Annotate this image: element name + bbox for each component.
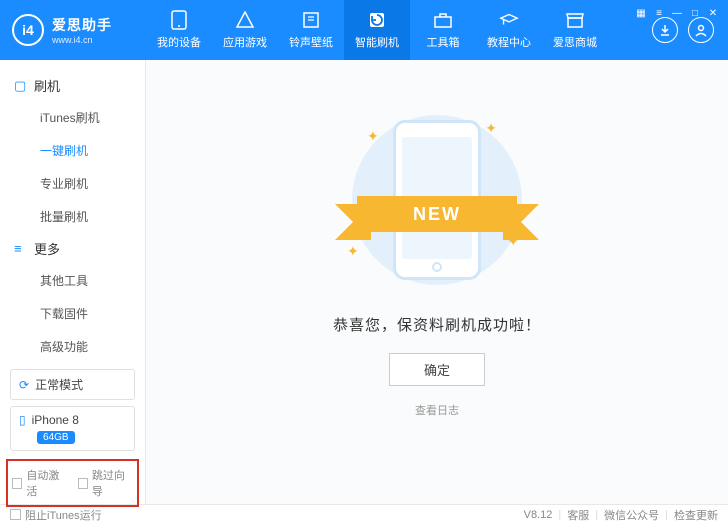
sidebar: ▢刷机 iTunes刷机 一键刷机 专业刷机 批量刷机 ≡更多 其他工具 下载固…	[0, 60, 146, 504]
brand-name: 爱思助手	[52, 15, 112, 35]
close-icon[interactable]: ✕	[706, 6, 720, 20]
mode-status[interactable]: ⟳正常模式	[10, 369, 135, 400]
nav-apps[interactable]: 应用游戏	[212, 0, 278, 60]
nav-flash[interactable]: 智能刷机	[344, 0, 410, 60]
phone-icon: ▯	[19, 413, 26, 427]
minimize-icon[interactable]: —	[670, 6, 684, 20]
device-name: iPhone 8	[32, 413, 79, 427]
device-icon	[169, 10, 189, 30]
flash-section-icon: ▢	[14, 78, 28, 94]
wechat-link[interactable]: 微信公众号	[604, 507, 659, 523]
success-message: 恭喜您，保资料刷机成功啦！	[333, 314, 541, 335]
new-ribbon: NEW	[357, 196, 517, 240]
brand-domain: www.i4.cn	[52, 35, 112, 45]
view-log-link[interactable]: 查看日志	[415, 402, 459, 418]
flash-icon	[367, 10, 387, 30]
store-icon	[565, 10, 585, 30]
nav-my-device[interactable]: 我的设备	[146, 0, 212, 60]
main-content: ✦ ✦ ✦ ✦ NEW 恭喜您，保资料刷机成功啦！ 确定 查看日志	[146, 60, 728, 504]
refresh-icon: ⟳	[19, 378, 29, 392]
nav-toolbox[interactable]: 工具箱	[410, 0, 476, 60]
sidebar-item-download-firmware[interactable]: 下载固件	[0, 297, 145, 330]
maximize-icon[interactable]: □	[688, 6, 702, 20]
nav-store[interactable]: 爱思商城	[542, 0, 608, 60]
tutorial-icon	[499, 10, 519, 30]
toolbox-icon	[433, 10, 453, 30]
confirm-button[interactable]: 确定	[389, 353, 485, 386]
sidebar-item-advanced[interactable]: 高级功能	[0, 330, 145, 363]
logo-icon: i4	[12, 14, 44, 46]
nav-tutorials[interactable]: 教程中心	[476, 0, 542, 60]
version-label: V8.12	[524, 509, 553, 521]
apps-icon	[235, 10, 255, 30]
sidebar-item-other-tools[interactable]: 其他工具	[0, 264, 145, 297]
sidebar-item-oneclick-flash[interactable]: 一键刷机	[0, 134, 145, 167]
auto-activate-checkbox[interactable]: 自动激活	[12, 467, 68, 499]
logo-area: i4 爱思助手 www.i4.cn	[0, 14, 146, 46]
skip-wizard-checkbox[interactable]: 跳过向导	[78, 467, 134, 499]
nav-ringtones[interactable]: 铃声壁纸	[278, 0, 344, 60]
sidebar-item-pro-flash[interactable]: 专业刷机	[0, 167, 145, 200]
app-header: i4 爱思助手 www.i4.cn 我的设备 应用游戏 铃声壁纸 智能刷机 工具…	[0, 0, 728, 60]
section-flash: ▢刷机	[0, 70, 145, 101]
sidebar-item-batch-flash[interactable]: 批量刷机	[0, 200, 145, 233]
main-nav: 我的设备 应用游戏 铃声壁纸 智能刷机 工具箱 教程中心 爱思商城	[146, 0, 608, 60]
menu-icon[interactable]: ▦	[634, 6, 648, 20]
sidebar-item-itunes-flash[interactable]: iTunes刷机	[0, 101, 145, 134]
pin-icon[interactable]: ≡	[652, 6, 666, 20]
section-more: ≡更多	[0, 233, 145, 264]
wallpaper-icon	[301, 10, 321, 30]
device-box[interactable]: ▯ iPhone 8 64GB	[10, 406, 135, 451]
storage-badge: 64GB	[37, 431, 75, 444]
activation-options: 自动激活 跳过向导	[6, 459, 139, 507]
download-button[interactable]	[652, 17, 678, 43]
user-button[interactable]	[688, 17, 714, 43]
success-illustration: ✦ ✦ ✦ ✦ NEW	[327, 110, 547, 290]
service-link[interactable]: 客服	[567, 507, 589, 523]
more-section-icon: ≡	[14, 241, 28, 256]
update-link[interactable]: 检查更新	[674, 507, 718, 523]
